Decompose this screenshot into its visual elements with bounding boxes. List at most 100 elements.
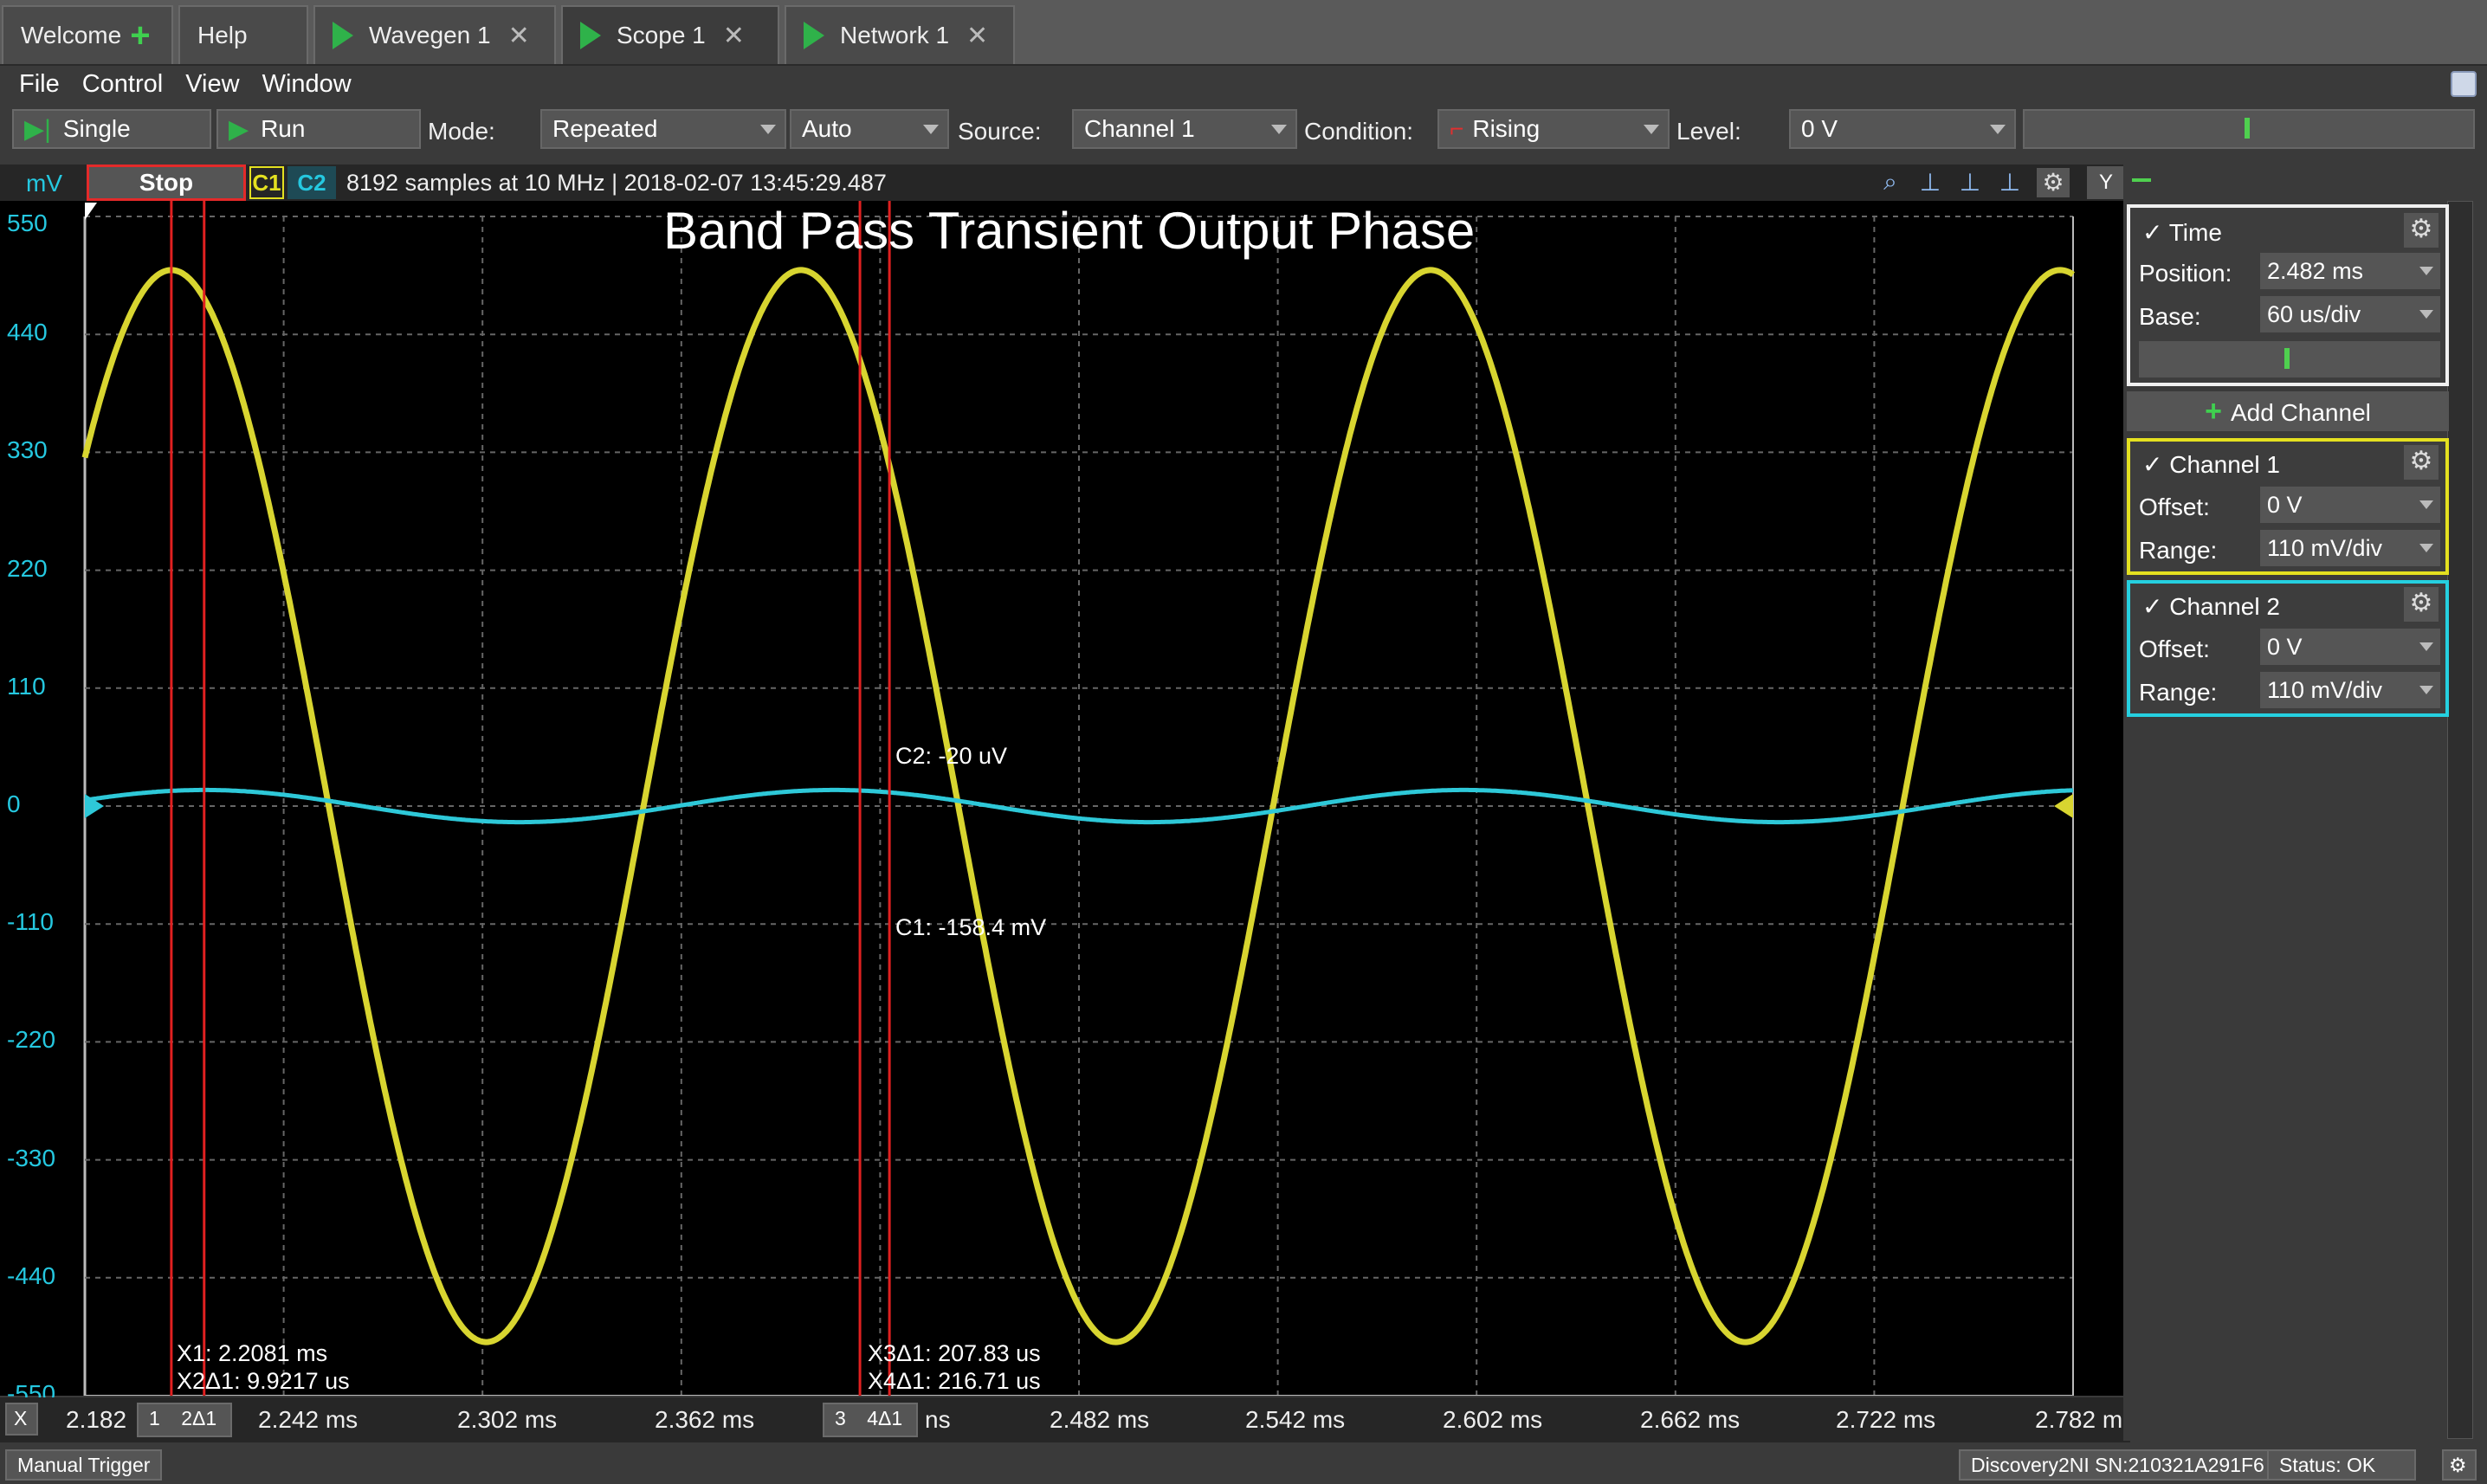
- cursor2-icon[interactable]: ⊥: [1954, 168, 1986, 197]
- ch2-offset-label: Offset:: [2139, 636, 2210, 662]
- channel1-title-text: Channel 1: [2169, 451, 2280, 478]
- ch1-range-value: 110 mV/div: [2267, 535, 2383, 561]
- y-axis-button[interactable]: Y: [2087, 166, 2125, 199]
- close-icon[interactable]: ✕: [723, 21, 745, 51]
- gear-icon[interactable]: ⚙: [2404, 445, 2439, 480]
- y-tick-label: -330: [7, 1144, 56, 1171]
- device-info[interactable]: Discovery2NI SN:210321A291F6: [1959, 1449, 2277, 1481]
- tab-bar: Welcome + Help Wavegen 1 ✕ Scope 1 ✕ Net…: [0, 0, 2487, 66]
- base-field[interactable]: 60 us/div: [2260, 296, 2440, 332]
- channel2-title[interactable]: ✓ Channel 2: [2142, 592, 2280, 621]
- position-field[interactable]: 2.482 ms: [2260, 253, 2440, 289]
- stop-button[interactable]: Stop: [87, 165, 246, 201]
- run-button[interactable]: ▶ Run: [216, 109, 421, 149]
- gear-icon[interactable]: ⚙: [2404, 213, 2439, 248]
- slider-handle-icon[interactable]: [2284, 348, 2290, 369]
- y-tick-label: 440: [7, 319, 48, 346]
- level-input[interactable]: 0 V: [1789, 109, 2016, 149]
- y-tick-label: 110: [7, 672, 46, 700]
- cursor3-icon[interactable]: ⊥: [1993, 168, 2026, 197]
- tab-welcome-label: Welcome: [21, 22, 122, 48]
- cursor-readout-c1: C1: -158.4 mV: [895, 914, 1047, 940]
- gear-icon[interactable]: ⚙: [2442, 1449, 2477, 1481]
- ch2-range-value: 110 mV/div: [2267, 677, 2383, 703]
- add-tab-icon[interactable]: +: [130, 16, 150, 55]
- zoom-icon[interactable]: ⌕: [1874, 168, 1907, 197]
- channel1-panel: ✓ Channel 1 ⚙ Offset: 0 V Range: 110 mV/…: [2127, 438, 2449, 575]
- source-select[interactable]: Channel 1: [1072, 109, 1297, 149]
- close-icon[interactable]: ✕: [508, 21, 530, 51]
- channel1-trace: [81, 267, 2075, 1345]
- gear-icon[interactable]: ⚙: [2404, 587, 2439, 622]
- ch2-range-field[interactable]: 110 mV/div: [2260, 672, 2440, 708]
- gear-icon[interactable]: ⚙: [2037, 168, 2070, 197]
- level-slider[interactable]: [2023, 109, 2475, 149]
- y-unit-label: mV: [26, 170, 62, 197]
- source-value: Channel 1: [1084, 115, 1195, 142]
- plot-traces: [81, 267, 2075, 1345]
- channel1-tag[interactable]: C1: [249, 166, 284, 199]
- window-restore-icon[interactable]: [2451, 71, 2477, 97]
- mode-label: Mode:: [428, 118, 495, 145]
- tab-help[interactable]: Help: [178, 5, 308, 64]
- channel2-panel: ✓ Channel 2 ⚙ Offset: 0 V Range: 110 mV/…: [2127, 580, 2449, 717]
- add-channel-label: Add Channel: [2230, 399, 2371, 426]
- ch1-offset-field[interactable]: 0 V: [2260, 487, 2440, 523]
- menu-window[interactable]: Window: [262, 70, 352, 99]
- chevron-down-icon: [2419, 310, 2433, 319]
- x-tick-label: 2.302 ms: [457, 1406, 558, 1433]
- tab-welcome[interactable]: Welcome +: [2, 5, 173, 64]
- menu-file[interactable]: File: [19, 70, 60, 99]
- chevron-down-icon: [1271, 125, 1287, 134]
- menu-bar: File Control View Window: [0, 66, 2487, 102]
- add-channel-button[interactable]: + Add Channel: [2127, 391, 2449, 431]
- time-panel: ✓ Time ⚙ Position: 2.482 ms Base: 60 us/…: [2127, 204, 2449, 386]
- x-tick-label: 2.602 ms: [1443, 1406, 1543, 1433]
- trigger-level-marker: [2054, 794, 2073, 818]
- channel2-title-text: Channel 2: [2169, 593, 2280, 620]
- y-tick-label: 550: [7, 210, 48, 236]
- condition-value: Rising: [1472, 115, 1541, 142]
- x-tick-label: 2.782 m: [2035, 1406, 2123, 1433]
- ch2-offset-field[interactable]: 0 V: [2260, 629, 2440, 665]
- y-tick-label: 0: [7, 790, 21, 817]
- x-axis-button[interactable]: X: [5, 1403, 38, 1436]
- source-label: Source:: [958, 118, 1042, 145]
- menu-view[interactable]: View: [185, 70, 239, 99]
- single-button[interactable]: ▶| Single: [12, 109, 211, 149]
- time-slider[interactable]: [2139, 341, 2440, 377]
- channel2-tag[interactable]: C2: [287, 166, 336, 199]
- tab-wavegen-label: Wavegen 1: [369, 22, 491, 48]
- cursor-readout-c2: C2: -20 uV: [895, 743, 1008, 769]
- time-title[interactable]: ✓ Time: [2142, 218, 2222, 247]
- slider-handle-icon[interactable]: [2245, 118, 2250, 139]
- x-tick-label: 2.482 ms: [1050, 1406, 1150, 1433]
- cursor-delta-n1: 1: [149, 1407, 160, 1429]
- toolbar: ▶| Single ▶ Run Mode: Repeated Auto Sour…: [0, 106, 2487, 154]
- channel1-title[interactable]: ✓ Channel 1: [2142, 450, 2280, 479]
- close-icon[interactable]: ✕: [966, 21, 988, 51]
- tab-network[interactable]: Network 1 ✕: [785, 5, 1015, 64]
- cursor-delta-n2: 3: [835, 1407, 846, 1429]
- ch1-offset-label: Offset:: [2139, 494, 2210, 520]
- cursor-x2-readout: X2Δ1: 9.9217 us: [177, 1368, 350, 1394]
- cursor-icon[interactable]: ⊥: [1914, 168, 1947, 197]
- manual-trigger-button[interactable]: Manual Trigger: [5, 1449, 163, 1481]
- condition-label: Condition:: [1304, 118, 1414, 145]
- collapse-icon[interactable]: [2132, 178, 2151, 182]
- level-value: 0 V: [1801, 115, 1838, 142]
- tab-scope[interactable]: Scope 1 ✕: [561, 5, 779, 64]
- mode-select[interactable]: Repeated: [540, 109, 786, 149]
- status-badge: Status: OK: [2267, 1449, 2416, 1481]
- position-value: 2.482 ms: [2267, 258, 2364, 284]
- cursor-delta-button-2[interactable]: 3 4Δ1: [823, 1403, 918, 1437]
- ch1-range-field[interactable]: 110 mV/div: [2260, 530, 2440, 566]
- tab-wavegen[interactable]: Wavegen 1 ✕: [313, 5, 556, 64]
- trigger-auto-select[interactable]: Auto: [790, 109, 949, 149]
- cursor-delta-button-1[interactable]: 1 2Δ1: [137, 1403, 232, 1437]
- waveform-plot[interactable]: [0, 201, 2130, 1396]
- x-tick-label: 2.242 ms: [258, 1406, 359, 1433]
- condition-select[interactable]: ⌐ Rising: [1437, 109, 1670, 149]
- menu-control[interactable]: Control: [82, 70, 164, 99]
- panel-scrollbar[interactable]: [2447, 201, 2473, 1439]
